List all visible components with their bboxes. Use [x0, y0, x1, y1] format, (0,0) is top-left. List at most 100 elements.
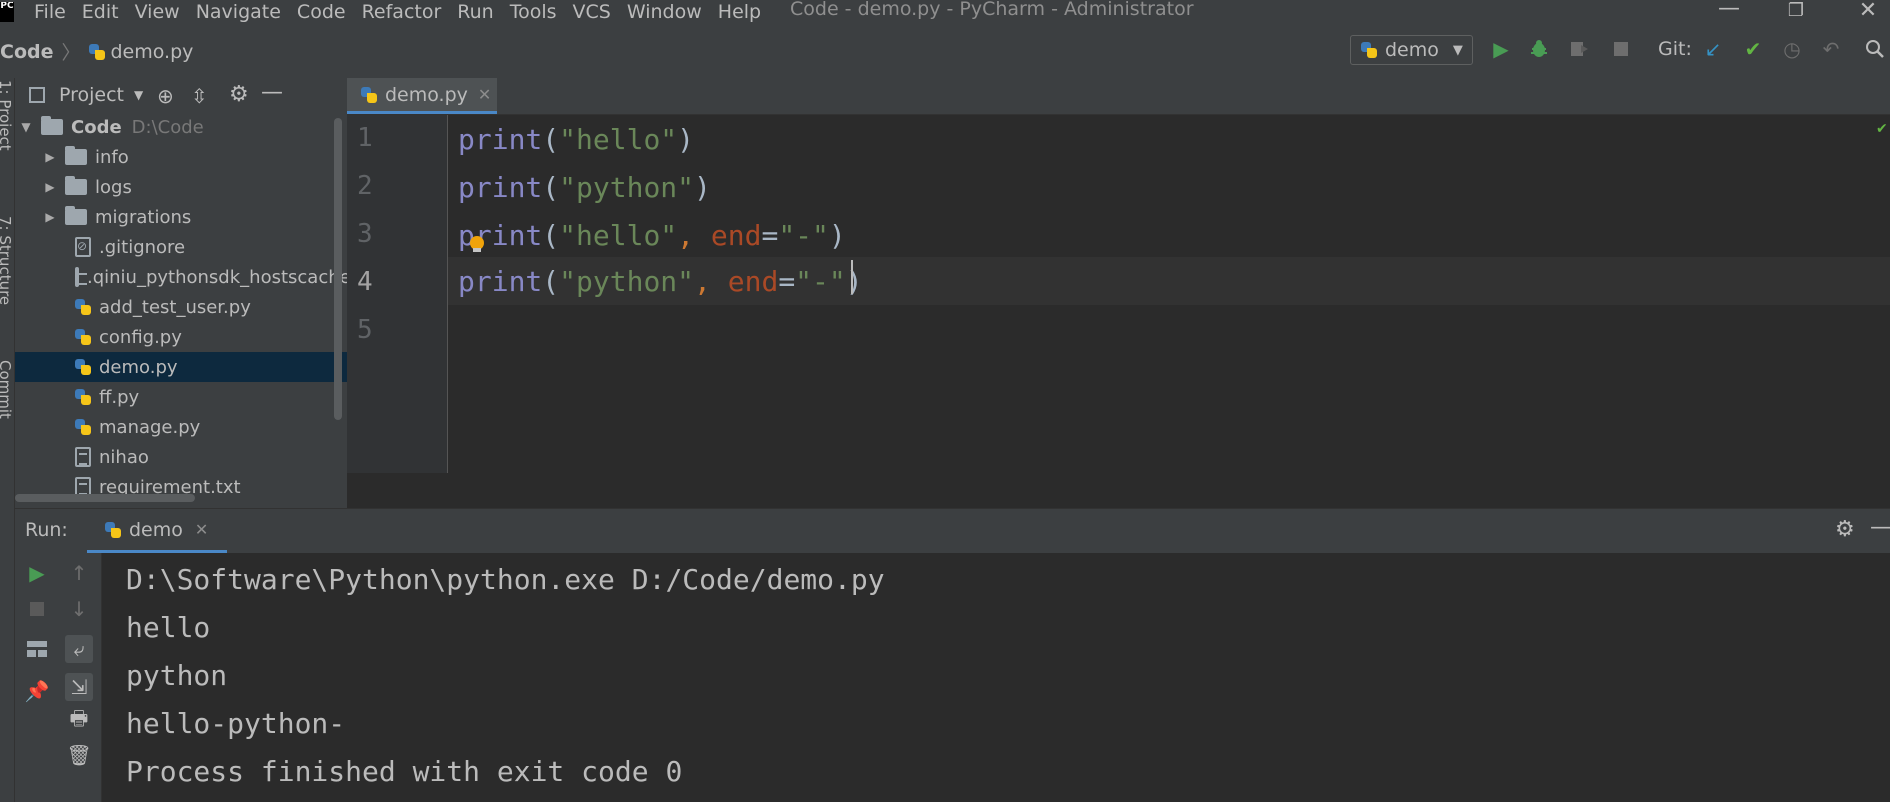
tool-tab-project[interactable]: 1: Project: [0, 80, 14, 151]
run-icon[interactable]: ▶: [1490, 37, 1512, 61]
collapsed-arrow-icon[interactable]: ▶: [43, 150, 57, 164]
project-horizontal-scrollbar[interactable]: [15, 494, 195, 502]
text-file-icon: [75, 447, 91, 467]
scroll-down-icon[interactable]: ↓: [67, 597, 91, 621]
code-token: ): [845, 265, 863, 298]
stop-icon[interactable]: [25, 597, 49, 621]
tree-item-manage[interactable]: manage.py: [15, 412, 347, 442]
code-line-1[interactable]: print("hello"): [458, 117, 694, 163]
inspection-ok-icon[interactable]: ✔: [1876, 121, 1888, 137]
breadcrumb-separator: 〉: [61, 42, 81, 64]
maximize-button[interactable]: ❐: [1768, 0, 1824, 21]
menu-code[interactable]: Code: [297, 1, 346, 23]
rerun-icon[interactable]: ▶: [25, 561, 49, 585]
code-line-2[interactable]: print("python"): [458, 165, 711, 211]
close-tab-icon[interactable]: ✕: [195, 520, 208, 539]
intention-bulb-icon[interactable]: [470, 236, 484, 252]
tree-item-info[interactable]: ▶ info: [15, 142, 347, 172]
tree-item-migrations[interactable]: ▶ migrations: [15, 202, 347, 232]
menu-window[interactable]: Window: [627, 1, 702, 23]
tree-item-config[interactable]: config.py: [15, 322, 347, 352]
tree-item-label: ff.py: [99, 386, 140, 408]
layout-icon[interactable]: [25, 637, 49, 661]
code-token: (: [542, 123, 560, 156]
tree-item-qiniu-cache[interactable]: .qiniu_pythonsdk_hostscache.json: [15, 262, 347, 292]
folder-icon: [65, 146, 87, 165]
project-panel-header: Project ▼ ⊕ ⇳ ⚙ —: [15, 78, 347, 112]
code-line-4[interactable]: print("python", end="-"): [458, 259, 863, 305]
run-console[interactable]: D:\Software\Python\python.exe D:/Code/de…: [102, 553, 1890, 802]
hide-panel-icon[interactable]: —: [261, 80, 283, 105]
git-update-icon[interactable]: ↙: [1702, 37, 1724, 61]
console-line: hello: [126, 611, 211, 644]
tree-item-label: .gitignore: [99, 236, 186, 258]
code-token: ,: [677, 219, 711, 252]
collapsed-arrow-icon[interactable]: ▶: [43, 180, 57, 194]
tree-root[interactable]: ▼ Code D:\Code: [15, 112, 347, 142]
soft-wrap-icon[interactable]: ⤶: [65, 635, 93, 663]
close-tab-icon[interactable]: ✕: [478, 85, 491, 104]
menu-vcs[interactable]: VCS: [573, 1, 611, 23]
collapsed-arrow-icon[interactable]: ▶: [43, 210, 57, 224]
run-tab-demo[interactable]: demo ✕: [87, 509, 227, 553]
line-number: 3: [357, 219, 373, 249]
folder-icon: [65, 176, 87, 195]
minimize-button[interactable]: —: [1701, 0, 1757, 21]
code-token: "hello": [559, 123, 678, 156]
tree-item-ff[interactable]: ff.py: [15, 382, 347, 412]
menu-tools[interactable]: Tools: [510, 1, 557, 23]
menu-edit[interactable]: Edit: [82, 1, 119, 23]
run-configuration-select[interactable]: demo ▼: [1350, 35, 1473, 65]
hide-panel-icon[interactable]: —: [1870, 515, 1890, 540]
python-icon: [1361, 42, 1377, 58]
project-panel-title[interactable]: Project: [59, 84, 124, 106]
tool-tab-commit[interactable]: Commit: [0, 360, 14, 419]
tree-root-path: D:\Code: [131, 116, 204, 138]
menu-file[interactable]: File: [34, 1, 66, 23]
git-rollback-icon[interactable]: ↶: [1820, 37, 1842, 61]
coverage-icon[interactable]: [1568, 38, 1590, 60]
code-editor[interactable]: print("hello") print("python") print("he…: [448, 115, 1890, 473]
git-history-icon[interactable]: ◷: [1781, 37, 1803, 61]
gear-icon[interactable]: ⚙: [1835, 517, 1855, 542]
tree-item-demo[interactable]: demo.py: [15, 352, 347, 382]
project-vertical-scrollbar[interactable]: [334, 118, 342, 420]
breadcrumb-root[interactable]: Code: [0, 41, 53, 63]
code-token: ): [694, 171, 711, 204]
code-token: print: [458, 265, 543, 298]
gear-icon[interactable]: ⚙: [229, 82, 249, 107]
collapse-all-icon[interactable]: ⇳: [191, 84, 208, 108]
print-icon[interactable]: 🖶: [67, 706, 91, 733]
scroll-to-end-icon[interactable]: ⇲: [65, 673, 93, 701]
menu-navigate[interactable]: Navigate: [196, 1, 281, 23]
run-panel-header: Run: demo ✕ ⚙ —: [15, 509, 1890, 554]
tree-item-logs[interactable]: ▶ logs: [15, 172, 347, 202]
console-line: python: [126, 659, 228, 692]
editor-tab-demo[interactable]: demo.py ✕: [347, 78, 497, 114]
menu-view[interactable]: View: [135, 1, 180, 23]
pycharm-logo: PC: [0, 2, 14, 22]
tree-item-nihao[interactable]: nihao: [15, 442, 347, 472]
scroll-up-icon[interactable]: ↑: [67, 561, 91, 585]
git-label: Git:: [1658, 38, 1692, 60]
python-file-icon: [75, 299, 91, 315]
tool-tab-structure[interactable]: 7: Structure: [0, 216, 14, 305]
menu-refactor[interactable]: Refactor: [362, 1, 442, 23]
tree-item-gitignore[interactable]: .gitignore: [15, 232, 347, 262]
menu-run[interactable]: Run: [457, 1, 493, 23]
text-caret: [851, 260, 853, 294]
breadcrumb-file[interactable]: demo.py: [111, 41, 194, 63]
stop-icon[interactable]: [1610, 38, 1632, 60]
close-window-button[interactable]: ✕: [1840, 0, 1890, 23]
locate-file-icon[interactable]: ⊕: [157, 84, 174, 108]
expand-arrow-icon[interactable]: ▼: [19, 120, 33, 134]
pin-tab-icon[interactable]: 📌: [25, 679, 50, 703]
chevron-down-icon[interactable]: ▼: [134, 88, 143, 102]
git-commit-icon[interactable]: ✔: [1742, 37, 1764, 61]
code-line-3[interactable]: print("hello", end="-"): [458, 213, 846, 259]
trash-icon[interactable]: 🗑: [66, 743, 91, 767]
search-icon[interactable]: [1864, 38, 1886, 60]
debug-icon[interactable]: [1528, 38, 1550, 60]
menu-help[interactable]: Help: [718, 1, 761, 23]
tree-item-add-test-user[interactable]: add_test_user.py: [15, 292, 347, 322]
